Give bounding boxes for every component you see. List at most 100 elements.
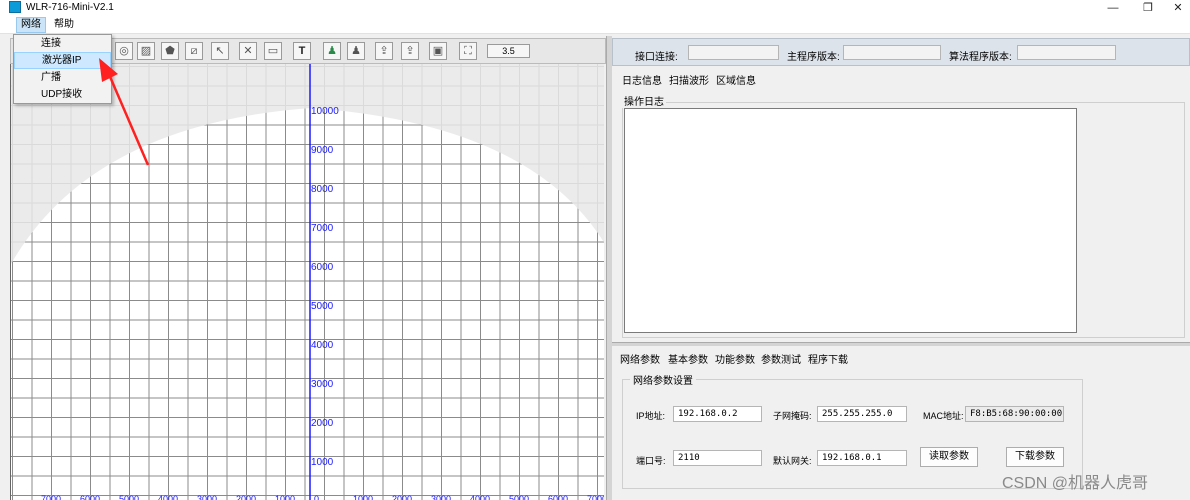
- scan-plot-svg: [11, 64, 604, 500]
- x-axis-label: 5000: [509, 494, 530, 500]
- select-tool-button[interactable]: ↖: [211, 42, 229, 60]
- x-axis-label: 1000: [275, 494, 296, 500]
- window-title: WLR-716-Mini-V2.1: [26, 2, 114, 13]
- log-title: 操作日志: [622, 93, 666, 108]
- person-tool-button[interactable]: ♟: [323, 42, 341, 60]
- network-settings-title: 网络参数设置: [630, 372, 696, 387]
- x-axis-label: 2000: [236, 494, 257, 500]
- y-axis-label: 8000: [311, 184, 334, 195]
- gateway-field[interactable]: 192.168.0.1: [817, 450, 907, 466]
- tab-basic-params[interactable]: 基本参数: [668, 351, 708, 366]
- menu-bar: 网络 帮助: [0, 16, 1190, 34]
- close-button[interactable]: ✕: [1163, 0, 1190, 16]
- menu-item-broadcast[interactable]: 广播: [14, 69, 111, 86]
- restore-button[interactable]: ❐: [1133, 0, 1163, 16]
- tab-scan-waveform[interactable]: 扫描波形: [669, 72, 709, 87]
- x-axis-label: 7000: [587, 494, 604, 500]
- horizontal-splitter[interactable]: [612, 342, 1190, 346]
- delete-tool-button[interactable]: ✕: [239, 42, 257, 60]
- app-icon: [9, 1, 21, 13]
- y-axis-label: 9000: [311, 145, 334, 156]
- person-alt-icon: ♟: [351, 45, 361, 57]
- algo-version-value: [1017, 45, 1116, 60]
- x-axis-label: 5000: [119, 494, 140, 500]
- menu-item-laser-ip[interactable]: 激光器IP: [14, 52, 111, 69]
- x-axis-label: 3000: [431, 494, 452, 500]
- cross-icon: ✕: [243, 45, 253, 57]
- polygon-tool-button[interactable]: ⧄: [185, 42, 203, 60]
- y-axis-label: 7000: [311, 223, 334, 234]
- menu-item-connect[interactable]: 连接: [14, 35, 111, 52]
- scan-plot[interactable]: 10000 9000 8000 7000 6000 5000 4000 3000 2000 100…: [10, 64, 604, 500]
- text-tool-button[interactable]: T: [293, 42, 311, 60]
- x-axis-label: 6000: [548, 494, 569, 500]
- tab-program-download[interactable]: 程序下载: [808, 351, 848, 366]
- port-connection-value: [688, 45, 779, 60]
- crop-tool-button[interactable]: ⛶: [459, 42, 477, 60]
- shape-icon: ⬟: [165, 45, 175, 57]
- watermark: CSDN @机器人虎哥: [1002, 475, 1149, 492]
- algo-version-label: 算法程序版本:: [949, 52, 1012, 63]
- tab-log-info[interactable]: 日志信息: [622, 72, 662, 87]
- menu-help[interactable]: 帮助: [50, 17, 78, 33]
- x-axis-label: 1000: [353, 494, 374, 500]
- y-axis-label: 4000: [311, 340, 334, 351]
- text-icon: T: [298, 45, 306, 57]
- fit-view-button[interactable]: ▣: [429, 42, 447, 60]
- y-axis-label: 1000: [311, 457, 334, 468]
- upload-icon: ⇪: [379, 45, 389, 57]
- upload-tool-button[interactable]: ⇪: [375, 42, 393, 60]
- tab-region-info[interactable]: 区域信息: [716, 72, 756, 87]
- tab-param-test[interactable]: 参数测试: [761, 351, 801, 366]
- x-axis-label: 2000: [392, 494, 413, 500]
- y-axis-label: 10000: [311, 106, 339, 117]
- x-axis-label: 0: [314, 494, 320, 500]
- zoom-value[interactable]: 3.5: [487, 44, 530, 58]
- subnet-mask-label: 子网掩码:: [773, 411, 812, 421]
- mac-label: MAC地址:: [923, 411, 964, 421]
- port-connection-label: 接口连接:: [635, 52, 678, 63]
- minimize-button[interactable]: —: [1098, 0, 1128, 16]
- read-params-button[interactable]: 读取参数: [920, 447, 978, 467]
- port-label: 端口号:: [636, 456, 666, 466]
- window-tool-button[interactable]: ▭: [264, 42, 282, 60]
- x-axis-label: 6000: [80, 494, 101, 500]
- circle-tool-button[interactable]: ◎: [115, 42, 133, 60]
- y-axis-label: 3000: [311, 379, 334, 390]
- y-axis-label: 5000: [311, 301, 334, 312]
- mac-field: F8:B5:68:90:00:00: [965, 406, 1064, 422]
- tab-network-params[interactable]: 网络参数: [620, 351, 660, 366]
- person-icon: ♟: [327, 45, 337, 57]
- x-axis-label: 4000: [158, 494, 179, 500]
- person-alt-tool-button[interactable]: ♟: [347, 42, 365, 60]
- gateway-label: 默认网关:: [773, 456, 812, 466]
- ip-field[interactable]: 192.168.0.2: [673, 406, 762, 422]
- circle-icon: ◎: [119, 45, 129, 57]
- rect-tool-button[interactable]: ▨: [137, 42, 155, 60]
- ip-label: IP地址:: [636, 411, 666, 421]
- subnet-mask-field[interactable]: 255.255.255.0: [817, 406, 907, 422]
- shape-tool-button[interactable]: ⬟: [161, 42, 179, 60]
- rectangle-icon: ▨: [140, 45, 152, 57]
- menu-item-udp-receive[interactable]: UDP接收: [14, 86, 111, 103]
- menu-network[interactable]: 网络: [16, 17, 46, 33]
- window-icon: ▭: [267, 45, 279, 57]
- polygon-icon: ⧄: [190, 45, 198, 57]
- port-field[interactable]: 2110: [673, 450, 762, 466]
- fit-icon: ▣: [432, 45, 444, 57]
- x-axis-label: 4000: [470, 494, 491, 500]
- main-version-value: [843, 45, 941, 60]
- tab-function-params[interactable]: 功能参数: [715, 351, 755, 366]
- title-bar: WLR-716-Mini-V2.1 — ❐ ✕: [0, 0, 1190, 16]
- export-icon: ⇪: [405, 45, 415, 57]
- info-bar: 接口连接: 主程序版本: 算法程序版本:: [612, 38, 1190, 66]
- log-textarea[interactable]: [624, 108, 1077, 333]
- download-params-button[interactable]: 下载参数: [1006, 447, 1064, 467]
- crop-icon: ⛶: [464, 45, 472, 57]
- export-tool-button[interactable]: ⇪: [401, 42, 419, 60]
- main-version-label: 主程序版本:: [787, 52, 840, 63]
- cursor-icon: ↖: [215, 45, 225, 57]
- right-panel: 接口连接: 主程序版本: 算法程序版本: 日志信息 扫描波形 区域信息 操作日志…: [612, 36, 1190, 500]
- y-axis-label: 6000: [311, 262, 334, 273]
- network-menu-dropdown: 连接 激光器IP 广播 UDP接收: [13, 34, 112, 104]
